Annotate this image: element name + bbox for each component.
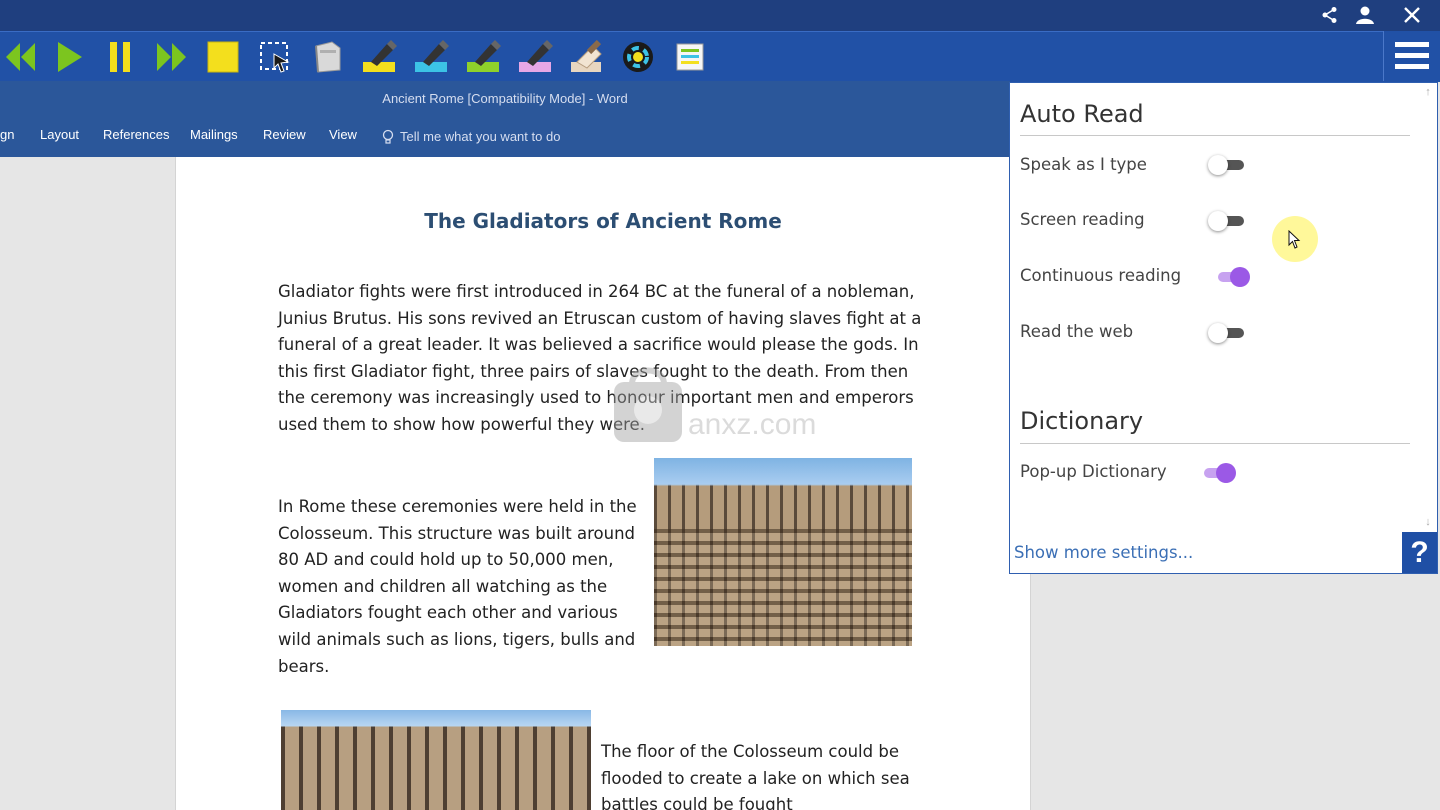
- document-paragraph: In Rome these ceremonies were held in th…: [278, 497, 637, 676]
- watermark-logo: anxz.com: [612, 362, 832, 446]
- tab-references[interactable]: References: [103, 117, 169, 157]
- fast-forward-icon[interactable]: [152, 37, 192, 77]
- popup-dictionary-toggle[interactable]: [1198, 463, 1238, 483]
- auto-read-heading: Auto Read: [1020, 100, 1144, 128]
- vocabulary-icon[interactable]: [670, 37, 710, 77]
- document-paragraph: Gladiator fights were first introduced i…: [278, 282, 922, 434]
- tell-me-search[interactable]: Tell me what you want to do: [382, 117, 560, 157]
- document-page[interactable]: The Gladiators of Ancient Rome Gladiator…: [175, 157, 1031, 810]
- screen-reading-toggle[interactable]: [1208, 211, 1248, 231]
- word-window-title: Ancient Rome [Compatibility Mode] - Word: [0, 81, 1010, 117]
- hamburger-menu-icon[interactable]: [1383, 31, 1440, 81]
- watermark-text: anxz.com: [688, 408, 817, 441]
- speak-as-i-type-label: Speak as I type: [1020, 155, 1147, 174]
- lightbulb-icon: [382, 129, 394, 144]
- tab-view[interactable]: View: [329, 117, 357, 157]
- read-the-web-label: Read the web: [1020, 322, 1134, 341]
- dictionary-heading: Dictionary: [1020, 407, 1144, 435]
- readwrite-toolbar: [0, 31, 1440, 82]
- clear-highlights-icon[interactable]: [567, 37, 607, 77]
- tab-layout[interactable]: Layout: [40, 117, 79, 157]
- word-ribbon-tabs: gn Layout References Mailings Review Vie…: [0, 117, 1010, 157]
- tell-me-placeholder: Tell me what you want to do: [400, 129, 561, 144]
- document-paragraph: The floor of the Colosseum could be floo…: [601, 742, 910, 810]
- scroll-down-icon[interactable]: ↓: [1421, 515, 1435, 529]
- highlight-yellow-icon[interactable]: [359, 37, 399, 77]
- tab-mailings[interactable]: Mailings: [190, 117, 238, 157]
- divider: [1020, 135, 1410, 136]
- share-icon[interactable]: [1317, 3, 1343, 27]
- read-the-web-toggle[interactable]: [1208, 323, 1248, 343]
- continuous-reading-label: Continuous reading: [1020, 266, 1182, 285]
- highlight-blue-icon[interactable]: [411, 37, 451, 77]
- audio-maker-icon[interactable]: [307, 37, 347, 77]
- settings-panel: ↑ Auto Read Speak as I type Screen readi…: [1009, 82, 1438, 574]
- speak-as-i-type-toggle[interactable]: [1208, 155, 1248, 175]
- tab-design[interactable]: gn: [0, 117, 14, 157]
- rewind-icon[interactable]: [0, 37, 40, 77]
- tab-review[interactable]: Review: [263, 117, 306, 157]
- mouse-pointer-icon: [1288, 230, 1301, 249]
- highlight-pink-icon[interactable]: [515, 37, 555, 77]
- screenshot-reader-icon[interactable]: [255, 37, 295, 77]
- show-more-settings-link[interactable]: Show more settings...: [1014, 543, 1193, 562]
- colosseum-interior-photo: [654, 458, 912, 646]
- highlight-green-icon[interactable]: [463, 37, 503, 77]
- continuous-reading-toggle[interactable]: [1212, 267, 1252, 287]
- screen-reading-label: Screen reading: [1020, 210, 1145, 229]
- scroll-up-icon[interactable]: ↑: [1421, 85, 1435, 99]
- app-title-bar: [0, 0, 1440, 31]
- help-button[interactable]: ?: [1402, 532, 1437, 573]
- play-icon[interactable]: [49, 37, 89, 77]
- user-icon[interactable]: [1352, 3, 1378, 27]
- colosseum-ruins-photo: [281, 710, 591, 810]
- close-icon[interactable]: [1399, 3, 1425, 27]
- stop-icon[interactable]: [203, 37, 243, 77]
- divider: [1020, 443, 1410, 444]
- collect-highlights-icon[interactable]: [618, 37, 658, 77]
- document-title: The Gladiators of Ancient Rome: [424, 209, 782, 233]
- popup-dictionary-label: Pop-up Dictionary: [1020, 462, 1167, 481]
- pause-icon[interactable]: [100, 37, 140, 77]
